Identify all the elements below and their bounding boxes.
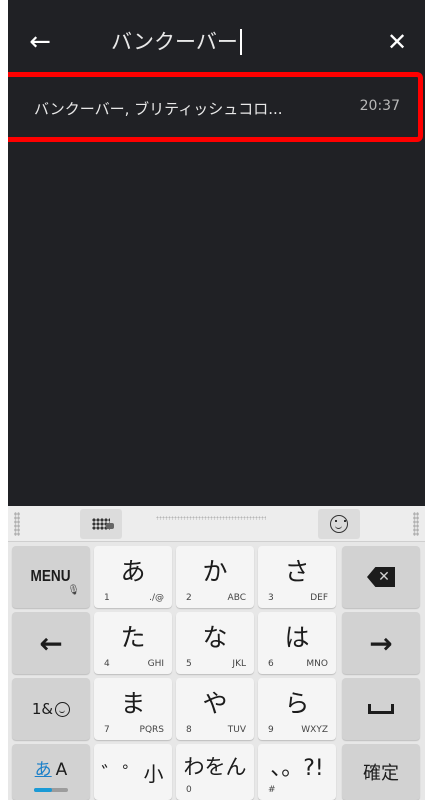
key-ra[interactable]: ら 9 WXYZ	[258, 678, 336, 740]
emoji-button[interactable]	[318, 509, 360, 539]
menu-key[interactable]: MENU 🎙	[12, 546, 90, 608]
toolbar-handle	[156, 516, 266, 520]
cursor-right-key[interactable]: →	[342, 612, 420, 674]
key-number: 0	[186, 785, 192, 795]
search-input[interactable]: バンクーバー	[111, 26, 242, 58]
key-sub-label: WXYZ	[301, 725, 328, 735]
emoji-face-icon	[330, 515, 348, 533]
microphone-icon: 🎙	[67, 585, 80, 596]
key-na[interactable]: な 5 JKL	[176, 612, 254, 674]
arrow-left-icon: ←	[39, 626, 63, 660]
key-number: 4	[104, 659, 110, 669]
input-mode-button[interactable]	[80, 509, 122, 539]
symbols-key[interactable]: 1&	[12, 678, 90, 740]
key-main-label: さ	[284, 557, 310, 586]
kana-mode-key[interactable]: あ A	[12, 744, 90, 800]
key-main-label: あ	[120, 557, 146, 586]
key-sub-label: TUV	[227, 725, 246, 735]
key-number: 9	[268, 725, 274, 735]
search-bar: ← バンクーバー ✕	[8, 0, 425, 72]
key-main-label: や	[202, 689, 228, 718]
key-main-label: な	[202, 623, 228, 652]
close-icon: ✕	[386, 28, 408, 56]
kana-mode-label-alpha: A	[55, 759, 68, 780]
key-sub-label: MNO	[306, 659, 328, 669]
key-number: 1	[104, 593, 110, 603]
key-sub-label: JKL	[232, 659, 246, 669]
arrow-left-icon: ←	[29, 27, 51, 57]
key-main-label: わをん	[183, 755, 247, 779]
space-icon	[368, 704, 394, 714]
space-key[interactable]	[342, 678, 420, 740]
japanese-keyboard: MENU 🎙 あ 1 ./@ か 2 ABC さ 3 DEF ✕ ← た 4 G…	[8, 506, 425, 800]
grip-handle-left[interactable]	[14, 512, 20, 536]
confirm-key[interactable]: 確定	[342, 744, 420, 800]
key-sub-label: GHI	[147, 659, 164, 669]
key-sub-label: ABC	[227, 593, 246, 603]
cursor-left-key[interactable]: ←	[12, 612, 90, 674]
key-ya[interactable]: や 8 TUV	[176, 678, 254, 740]
kana-mode-label-hiragana: あ	[34, 759, 52, 780]
key-main-label: か	[202, 557, 228, 586]
key-number: #	[268, 785, 276, 795]
key-main-label: た	[120, 623, 146, 652]
key-wa[interactable]: わをん 0	[176, 744, 254, 800]
key-sa[interactable]: さ 3 DEF	[258, 546, 336, 608]
key-ta[interactable]: た 4 GHI	[94, 612, 172, 674]
key-sub-label: PQRS	[139, 725, 164, 735]
key-main-label: は	[284, 623, 310, 652]
emoji-face-icon	[55, 701, 71, 717]
app-screen: ← バンクーバー ✕ バンクーバー, ブリティッシュコロ... 20:37 ME…	[8, 0, 425, 800]
back-button[interactable]: ←	[20, 22, 60, 62]
result-label: バンクーバー, ブリティッシュコロ...	[34, 100, 283, 118]
key-ma[interactable]: ま 7 PQRS	[94, 678, 172, 740]
symbols-key-label: 1&	[31, 700, 54, 718]
key-a[interactable]: あ 1 ./@	[94, 546, 172, 608]
confirm-key-label: 確定	[363, 763, 399, 784]
key-number: 2	[186, 593, 192, 603]
key-main-label: 、。?!	[270, 756, 324, 781]
key-ha[interactable]: は 6 MNO	[258, 612, 336, 674]
key-ka[interactable]: か 2 ABC	[176, 546, 254, 608]
modifier-key[interactable]: ゛゜小	[94, 744, 172, 800]
grip-handle-right[interactable]	[413, 512, 419, 536]
key-sub-label: ./@	[149, 593, 164, 603]
key-number: 8	[186, 725, 192, 735]
search-query-text: バンクーバー	[111, 30, 238, 54]
search-result-item[interactable]: バンクーバー, ブリティッシュコロ... 20:37	[8, 72, 423, 142]
backspace-key[interactable]: ✕	[342, 546, 420, 608]
key-number: 5	[186, 659, 192, 669]
key-sub-label: DEF	[310, 593, 328, 603]
key-number: 7	[104, 725, 110, 735]
key-number: 6	[268, 659, 274, 669]
result-time: 20:37	[359, 98, 400, 114]
keyboard-toolbar	[8, 506, 425, 542]
key-punctuation[interactable]: 、。?! #	[258, 744, 336, 800]
clear-button[interactable]: ✕	[377, 22, 417, 62]
key-main-label: ら	[284, 689, 310, 718]
backspace-icon: ✕	[367, 567, 395, 587]
key-main-label: ま	[120, 689, 146, 718]
key-number: 3	[268, 593, 274, 603]
modifier-key-label: ゛゜小	[101, 761, 165, 786]
menu-key-label: MENU	[30, 568, 72, 585]
kana-mode-indicator	[34, 788, 68, 792]
text-caret	[239, 29, 242, 55]
input-mode-icon	[92, 518, 114, 530]
arrow-right-icon: →	[369, 626, 393, 660]
